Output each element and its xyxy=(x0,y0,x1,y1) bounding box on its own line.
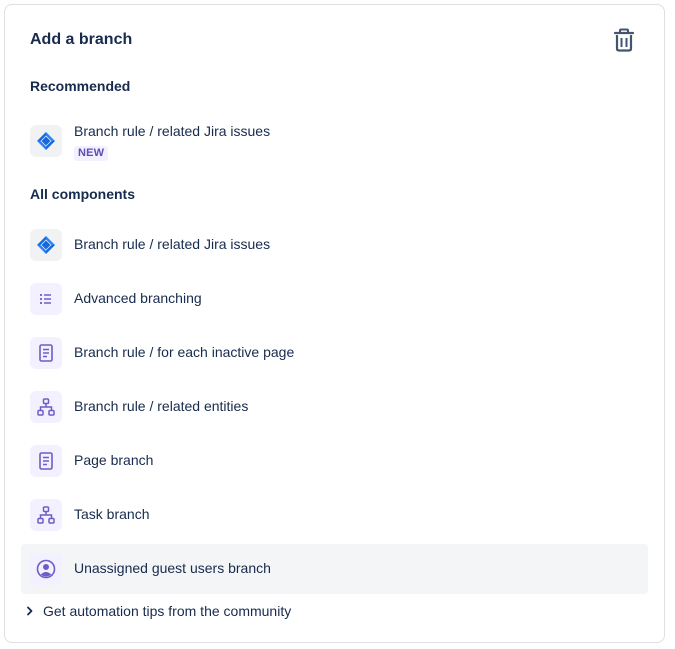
user-circle-icon xyxy=(36,559,56,579)
new-badge: NEW xyxy=(74,146,109,161)
panel-header: Add a branch xyxy=(5,5,664,75)
hierarchy-icon xyxy=(37,506,55,524)
component-item-inactive-page[interactable]: Branch rule / for each inactive page xyxy=(21,328,648,378)
recommended-heading: Recommended xyxy=(30,78,131,94)
component-item-guest-users-branch[interactable]: Unassigned guest users branch xyxy=(21,544,648,594)
all-components-heading: All components xyxy=(30,186,136,202)
item-label: Branch rule / related entities xyxy=(74,398,249,414)
add-branch-panel: Add a branch Recommended Branch rule / r… xyxy=(4,4,665,643)
hierarchy-icon xyxy=(37,398,55,416)
jira-icon xyxy=(37,132,55,150)
item-label: Branch rule / related Jira issues xyxy=(74,123,271,139)
component-item-advanced-branching[interactable]: Advanced branching xyxy=(21,274,648,324)
item-label: Branch rule / for each inactive page xyxy=(74,344,295,360)
panel-title: Add a branch xyxy=(30,31,133,48)
item-label: Advanced branching xyxy=(74,290,202,306)
component-item-task-branch[interactable]: Task branch xyxy=(21,490,648,540)
trash-icon xyxy=(613,28,635,52)
automation-tips-toggle[interactable]: Get automation tips from the community xyxy=(25,601,291,621)
recommended-item-jira-issues[interactable]: Branch rule / related Jira issues NEW xyxy=(21,116,648,166)
item-label: Unassigned guest users branch xyxy=(74,560,271,576)
component-item-page-branch[interactable]: Page branch xyxy=(21,436,648,486)
jira-icon xyxy=(37,236,55,254)
component-item-jira-issues[interactable]: Branch rule / related Jira issues xyxy=(21,220,648,270)
delete-button[interactable] xyxy=(609,25,639,55)
item-label: Branch rule / related Jira issues xyxy=(74,236,271,252)
chevron-right-icon xyxy=(25,606,35,616)
item-label: Task branch xyxy=(74,506,150,522)
component-item-related-entities[interactable]: Branch rule / related entities xyxy=(21,382,648,432)
automation-tips-label: Get automation tips from the community xyxy=(43,603,292,619)
item-label: Page branch xyxy=(74,452,154,468)
page-icon xyxy=(39,452,53,470)
list-icon xyxy=(39,293,51,305)
page-icon xyxy=(39,344,53,362)
